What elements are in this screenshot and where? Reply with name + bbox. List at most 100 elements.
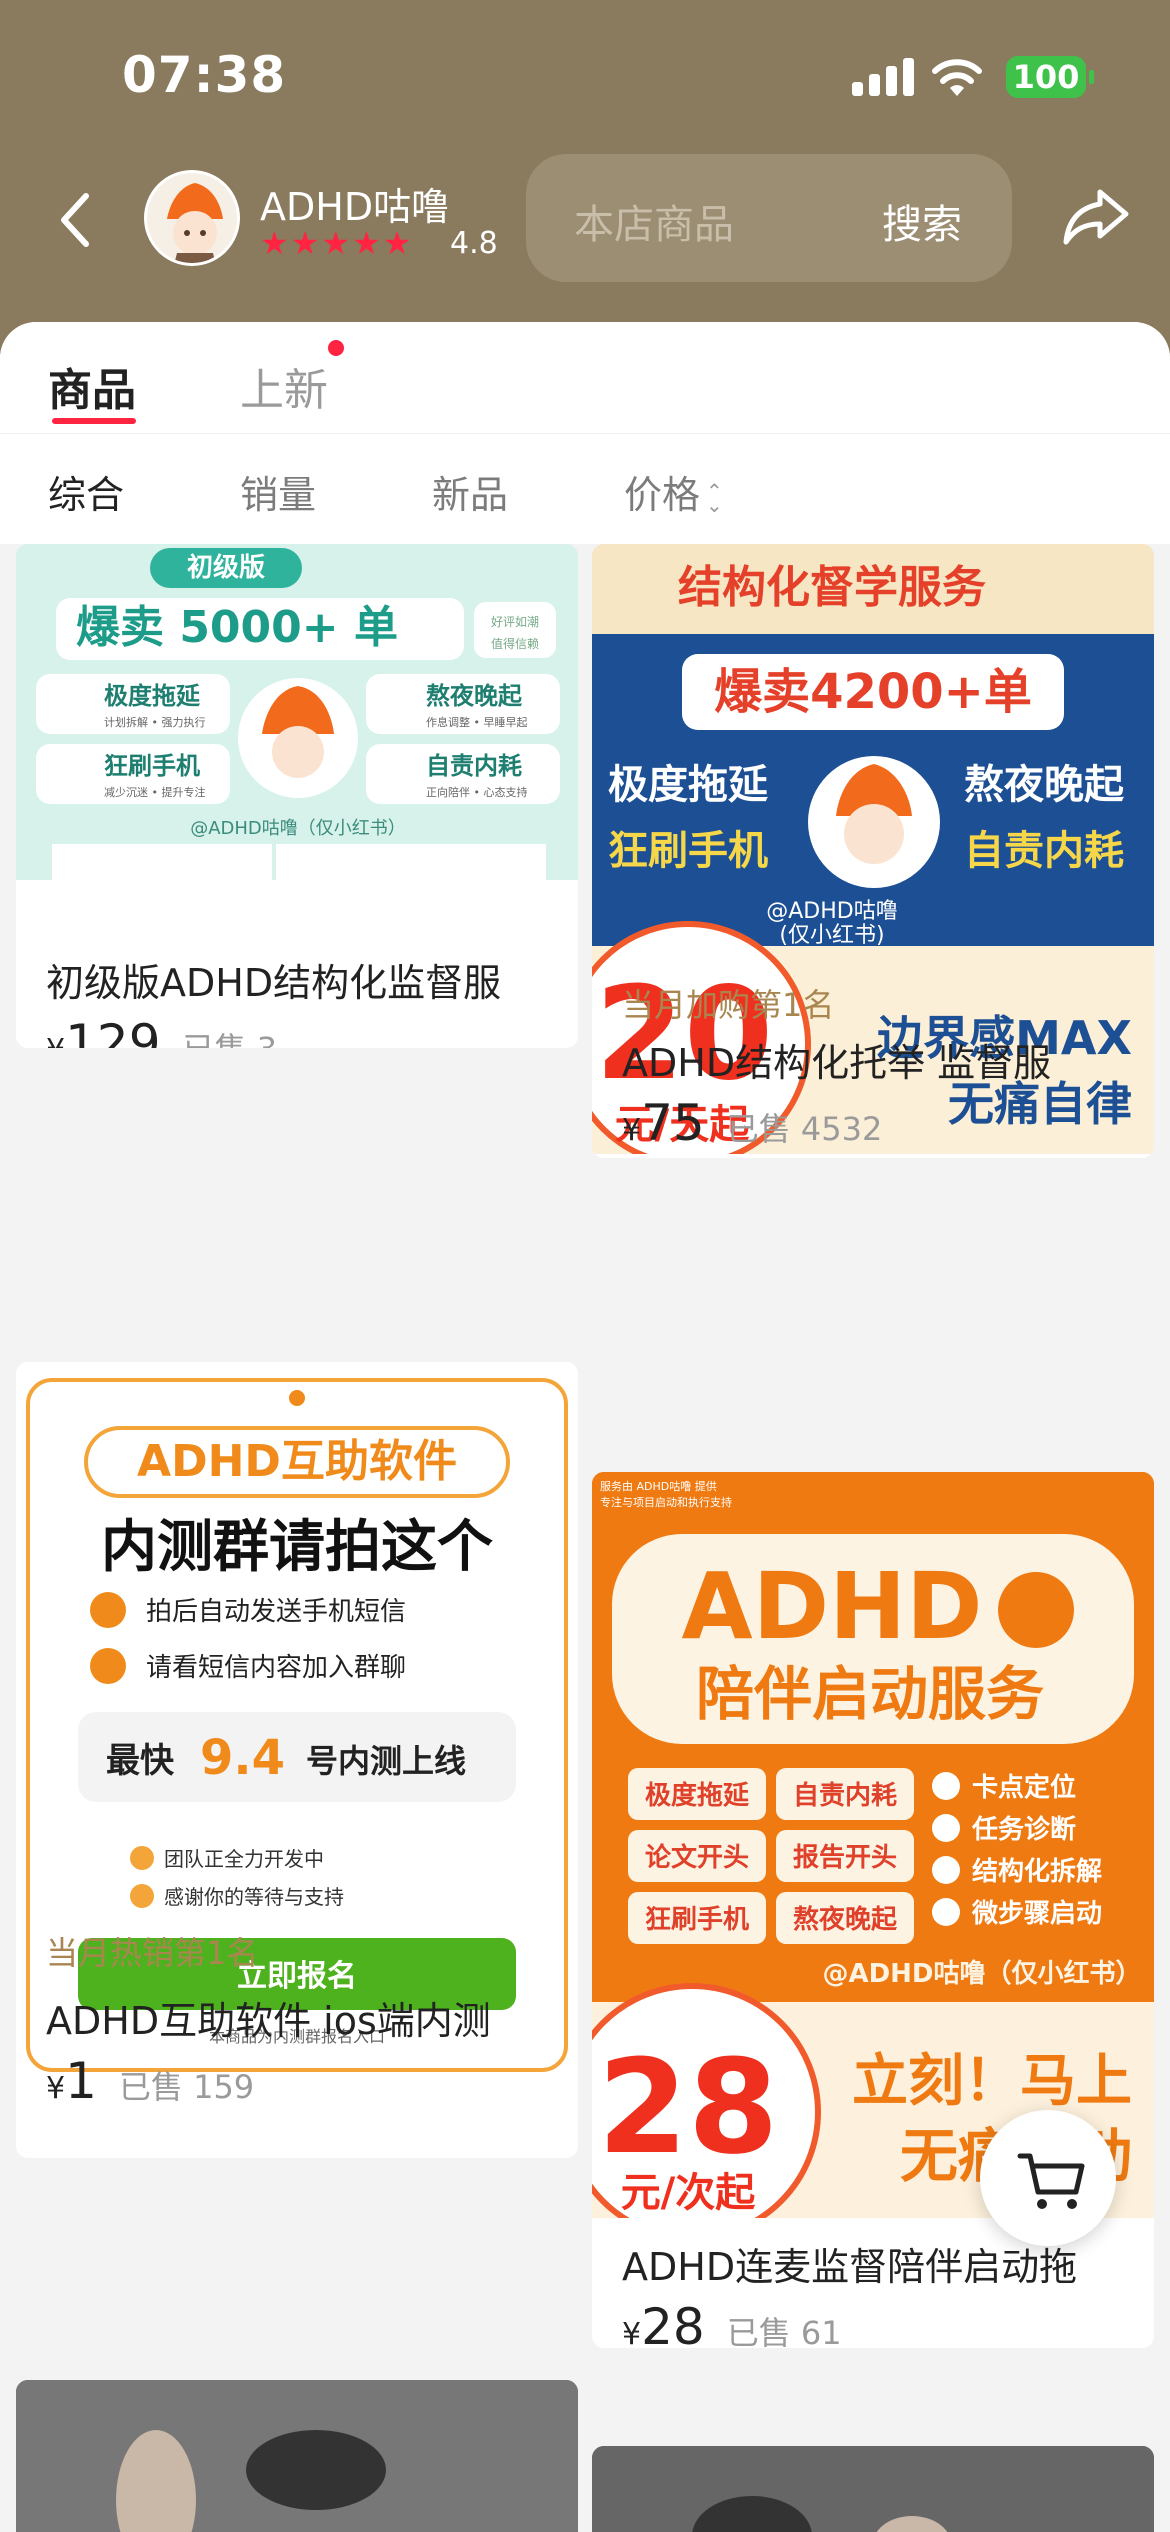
tab-underline [52, 418, 136, 424]
price-value: 129 [65, 1014, 161, 1048]
tab-products[interactable]: 商品 [48, 354, 136, 418]
wifi-icon [932, 59, 982, 96]
share-icon[interactable] [1060, 184, 1132, 248]
poster-tag: 熬夜晚起 [426, 682, 523, 710]
product-image [16, 2380, 578, 2532]
poster-date-value: 9.4 [200, 1730, 285, 1786]
poster-line: 请看短信内容加入群聊 [146, 1653, 406, 1683]
product-card[interactable] [592, 2446, 1154, 2532]
poster-side-note-1: 好评如潮 [491, 614, 539, 629]
currency-symbol: ¥ [622, 1113, 642, 1148]
poster-handle: @ADHD咕噜 [766, 899, 897, 924]
poster-tag: 论文开头 [645, 1842, 749, 1873]
product-image: 初级版 爆卖 5000+ 单 好评如潮 值得信赖 极度拖延 计划拆解 • 强力执… [16, 544, 578, 880]
poster-check: 任务诊断 [971, 1814, 1076, 1845]
sold-count: 已售 4532 [726, 1110, 883, 1148]
poster-tag: 极度拖延 [608, 762, 768, 808]
poster-handle: @ADHD咕噜（仅小红书） [190, 818, 406, 839]
poster-tag: 熬夜晚起 [793, 1904, 898, 1935]
poster-tag: 熬夜晚起 [964, 762, 1125, 808]
poster-pill: ADHD互助软件 [137, 1436, 457, 1487]
product-title[interactable]: ADHD互助软件 ios端内测 [46, 1990, 491, 2045]
currency-symbol: ¥ [46, 1033, 65, 1048]
tab-new[interactable]: 上新 [240, 354, 328, 418]
sold-count: 已售 159 [118, 2068, 255, 2106]
rank-label: 当月加购第1名 [622, 986, 835, 1024]
poster-date-suffix: 号内测上线 [306, 1742, 466, 1780]
product-card[interactable]: 结构化督学服务 爆卖4200+单 极度拖延 熬夜晚起 狂刷手机 自责内耗 @AD… [592, 544, 1154, 1158]
shop-nav-bar: ADHD咕噜 ★★★★★ 4.8 本店商品 搜索 [0, 150, 1170, 290]
product-card[interactable]: ADHD互助软件 内测群请拍这个 拍后自动发送手机短信 请看短信内容加入群聊 最… [16, 1362, 578, 2158]
sort-newest[interactable]: 新品 [432, 464, 508, 519]
poster-top-note: 专注与项目启动和执行支持 [600, 1495, 732, 1509]
status-time: 07:38 [122, 46, 287, 104]
product-card[interactable]: 初级版 爆卖 5000+ 单 好评如潮 值得信赖 极度拖延 计划拆解 • 强力执… [16, 544, 578, 1048]
rating-stars: ★★★★★ [260, 224, 414, 262]
poster-tag: 自责内耗 [964, 828, 1124, 874]
price-value: 28 [641, 2298, 705, 2348]
poster-tag-sub: 正向陪伴 • 心态支持 [426, 785, 527, 799]
poster-tag-sub: 减少沉迷 • 提升专注 [104, 785, 205, 799]
poster-tag: 极度拖延 [104, 682, 201, 710]
poster-line: 拍后自动发送手机短信 [146, 1597, 406, 1627]
new-indicator-dot [328, 340, 344, 356]
poster-handle: (仅小红书) [779, 923, 884, 948]
sort-chevrons-icon: ⌃ ⌄ [706, 478, 723, 517]
poster-headline: 陪伴启动服务 [696, 1660, 1044, 1728]
poster-tag: 自责内耗 [793, 1780, 897, 1811]
sort-bar: 综合 销量 新品 价格 ⌃ ⌄ [0, 434, 1170, 544]
poster-slogan: 立刻！马上 [852, 2049, 1132, 2114]
sold-count: 已售 3 [183, 1030, 278, 1048]
poster-handle: @ADHD咕噜（仅小红书） [822, 1958, 1141, 1989]
currency-symbol: ¥ [46, 2071, 66, 2106]
poster-note: 感谢你的等待与支持 [164, 1885, 344, 1909]
shop-name[interactable]: ADHD咕噜 [260, 176, 449, 231]
poster-tag: 狂刷手机 [608, 828, 768, 874]
poster-date-prefix: 最快 [106, 1741, 175, 1781]
poster-top-note: 服务由 ADHD咕噜 提供 [600, 1479, 717, 1493]
product-price: ¥28 已售 61 [622, 2298, 842, 2348]
poster-check: 结构化拆解 [972, 1857, 1102, 1887]
rating-value: 4.8 [450, 226, 498, 261]
product-price: ¥75 已售 4532 [622, 1094, 882, 1152]
poster-side-note-2: 值得信赖 [491, 636, 539, 651]
product-title[interactable]: 初级版ADHD结构化监督服 [46, 952, 501, 1007]
sort-price-label: 价格 [624, 473, 701, 517]
poster-tag-sub: 作息调整 • 早睡早起 [426, 715, 527, 729]
price-value: 1 [65, 2052, 97, 2110]
sold-count: 已售 61 [726, 2314, 842, 2348]
product-image: 服务由 ADHD咕噜 提供 专注与项目启动和执行支持 ADHD 陪伴启动服务 极… [592, 1472, 1154, 2218]
cart-icon [1017, 2153, 1085, 2209]
poster-headline-top: 结构化督学服务 [678, 562, 986, 613]
search-button[interactable]: 搜索 [882, 192, 962, 250]
signal-icon [852, 58, 914, 96]
sort-overall[interactable]: 综合 [48, 464, 124, 519]
poster-tag: 狂刷手机 [104, 752, 200, 780]
shop-avatar[interactable] [144, 170, 240, 266]
poster-tag: 极度拖延 [645, 1780, 750, 1811]
poster-tag: 自责内耗 [426, 752, 522, 780]
poster-price-big: 28 [598, 2031, 779, 2183]
product-card[interactable] [16, 2380, 578, 2532]
sort-price[interactable]: 价格 ⌃ ⌄ [624, 464, 723, 519]
poster-tag: 报告开头 [793, 1842, 897, 1873]
sort-sales[interactable]: 销量 [240, 464, 316, 519]
poster-tag: 狂刷手机 [645, 1905, 749, 1935]
poster-price-unit: 元/次起 [621, 2170, 757, 2216]
poster-check: 卡点定位 [972, 1772, 1076, 1803]
poster-badge: 初级版 [187, 552, 265, 583]
poster-tag-sub: 计划拆解 • 强力执行 [104, 715, 205, 729]
product-image [592, 2446, 1154, 2532]
back-icon[interactable] [52, 190, 100, 250]
status-bar: 07:38 100 [0, 0, 1170, 150]
currency-symbol: ¥ [622, 2317, 642, 2348]
product-price: ¥129 已售 3 [46, 1014, 277, 1048]
poster-headline: 爆卖 5000+ 单 [76, 602, 398, 653]
product-title[interactable]: ADHD结构化托举 监督服 [622, 1032, 1051, 1087]
poster-note: 团队正全力开发中 [164, 1847, 324, 1871]
cart-button[interactable] [980, 2110, 1116, 2246]
search-bar[interactable]: 本店商品 搜索 [526, 154, 1012, 282]
battery-icon: 100 [1006, 56, 1094, 98]
search-input[interactable]: 本店商品 [574, 192, 734, 250]
price-value: 75 [641, 1094, 705, 1152]
